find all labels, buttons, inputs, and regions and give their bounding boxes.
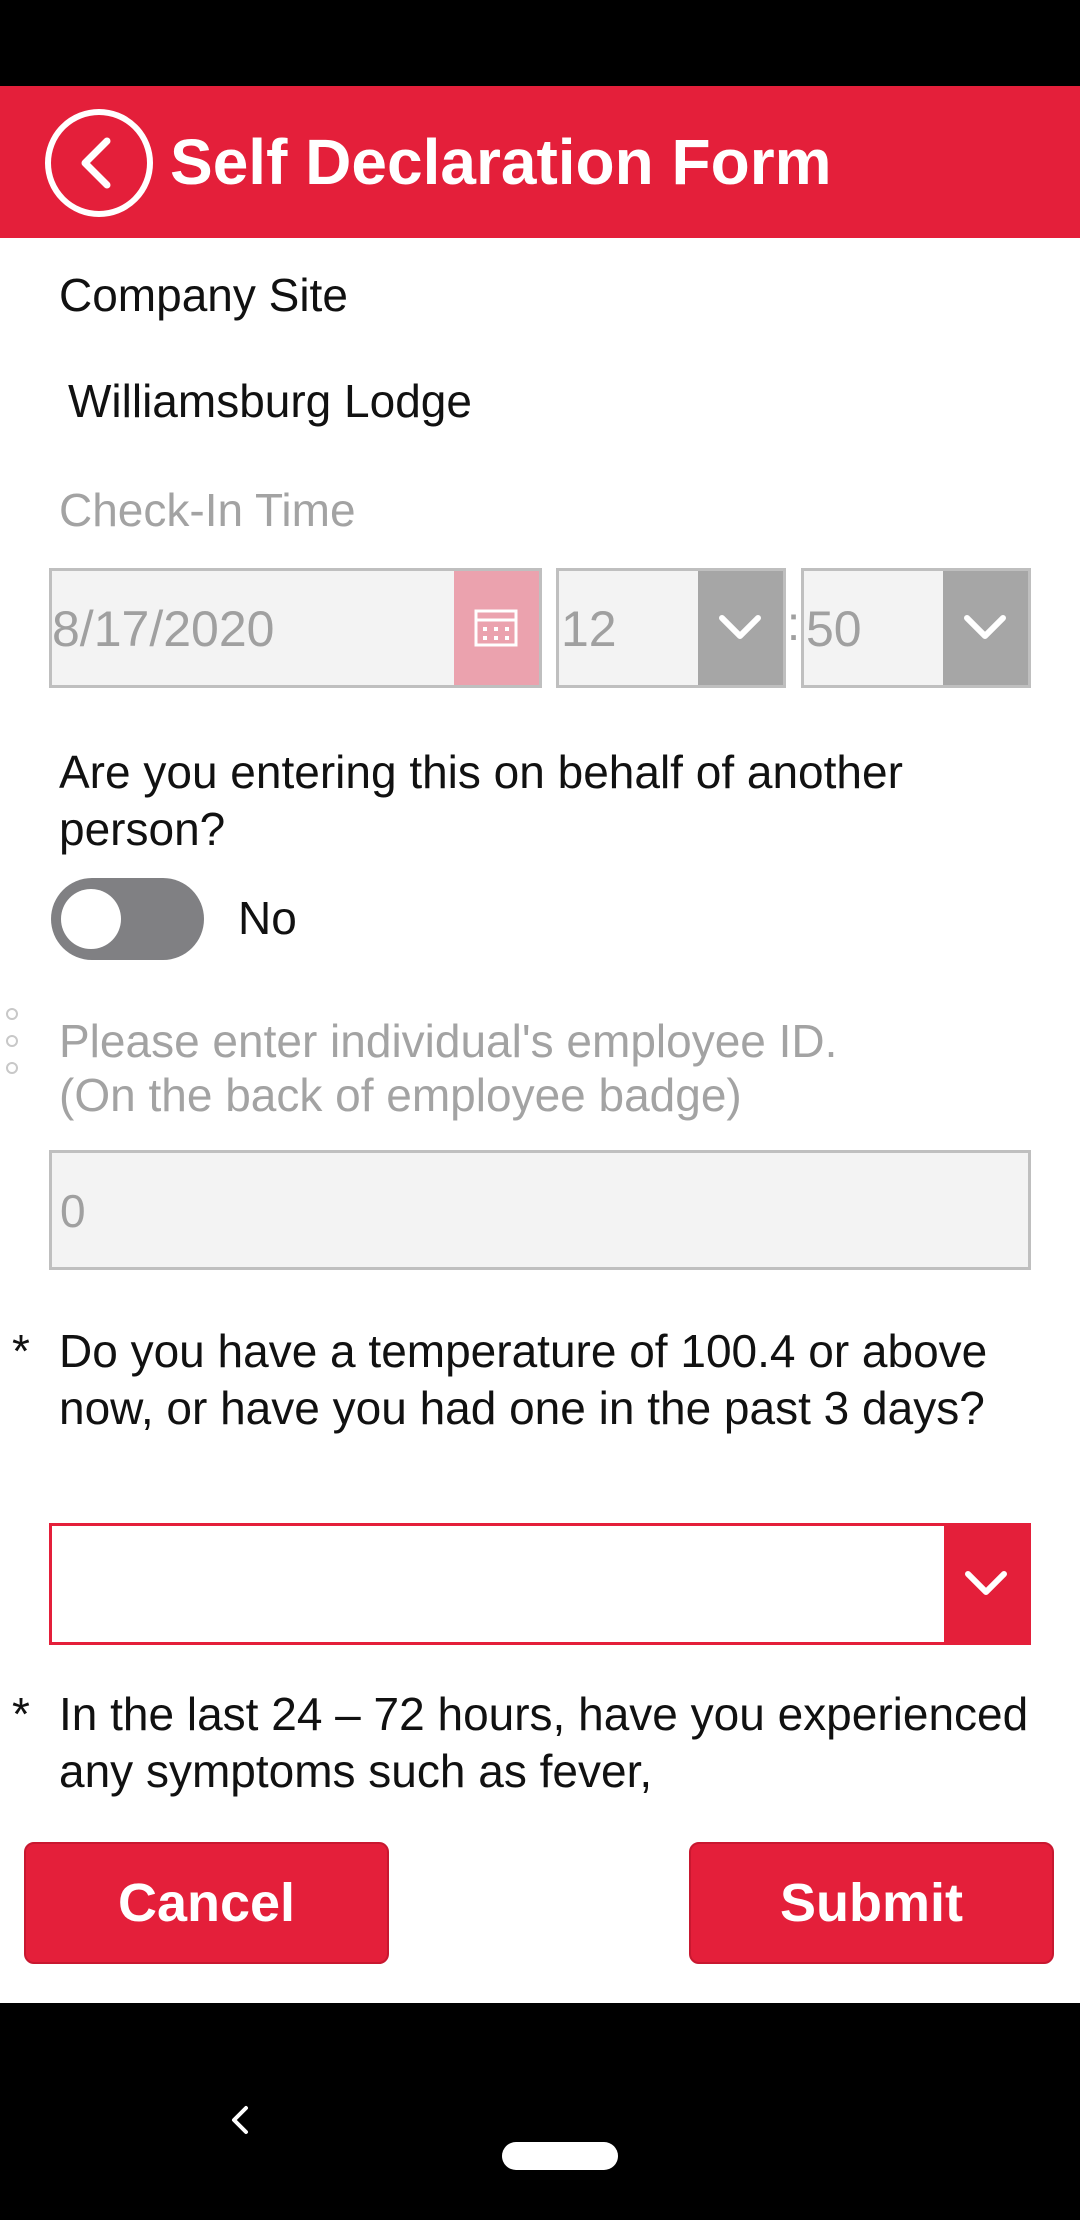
employee-id-input[interactable]: 0 [49, 1150, 1031, 1270]
minute-dropdown-button[interactable] [943, 571, 1028, 685]
time-separator: : [786, 598, 801, 651]
symptoms-question: In the last 24 – 72 hours, have you expe… [59, 1688, 1029, 1797]
calendar-button[interactable] [454, 571, 539, 685]
back-button[interactable] [45, 109, 153, 217]
checkin-hour-value: 12 [561, 601, 617, 657]
company-site-value: Williamsburg Lodge [68, 375, 472, 427]
chevron-left-icon [81, 137, 111, 189]
temperature-question: Do you have a temperature of 100.4 or ab… [59, 1325, 988, 1434]
cancel-button[interactable]: Cancel [24, 1842, 389, 1964]
checkin-time-label: Check-In Time [59, 484, 356, 536]
chevron-down-icon [964, 615, 1006, 639]
form-footer: Cancel Submit [0, 1812, 1080, 2003]
toggle-knob [61, 889, 121, 949]
checkin-hour-select[interactable]: 12 [556, 568, 786, 688]
nav-home-pill[interactable] [502, 2142, 618, 2170]
page-title: Self Declaration Form [170, 126, 832, 198]
required-mark: * [12, 1688, 30, 1740]
checkin-date-picker[interactable]: 8/17/2020 [49, 568, 542, 688]
submit-button[interactable]: Submit [689, 1842, 1054, 1964]
behalf-question: Are you entering this on behalf of anoth… [59, 746, 903, 855]
employee-id-label-line2: (On the back of employee badge) [59, 1069, 742, 1121]
checkin-minute-value: 50 [806, 601, 862, 657]
status-bar [0, 0, 1080, 86]
temperature-dropdown-button[interactable] [944, 1526, 1028, 1642]
checkin-minute-select[interactable]: 50 [801, 568, 1031, 688]
form-scroll-area[interactable]: Company Site Williamsburg Lodge Check-In… [0, 238, 1080, 2003]
hour-dropdown-button[interactable] [698, 571, 783, 685]
employee-id-value: 0 [60, 1185, 86, 1237]
employee-id-label-line1: Please enter individual's employee ID. [59, 1015, 838, 1067]
behalf-toggle-label: No [238, 892, 297, 944]
app-header: Self Declaration Form [0, 86, 1080, 238]
nav-back-icon[interactable] [222, 2098, 258, 2142]
chevron-down-icon [965, 1571, 1007, 1595]
system-nav-bar [0, 2003, 1080, 2220]
employee-id-label: Please enter individual's employee ID. (… [59, 1013, 837, 1123]
checkin-date-value: 8/17/2020 [52, 601, 275, 657]
drag-handle-icon [6, 1008, 22, 1074]
required-mark: * [12, 1325, 30, 1377]
behalf-toggle[interactable] [51, 878, 204, 960]
chevron-down-icon [719, 615, 761, 639]
calendar-icon [474, 609, 518, 647]
company-site-label: Company Site [59, 269, 348, 321]
temperature-select[interactable] [49, 1523, 1031, 1645]
